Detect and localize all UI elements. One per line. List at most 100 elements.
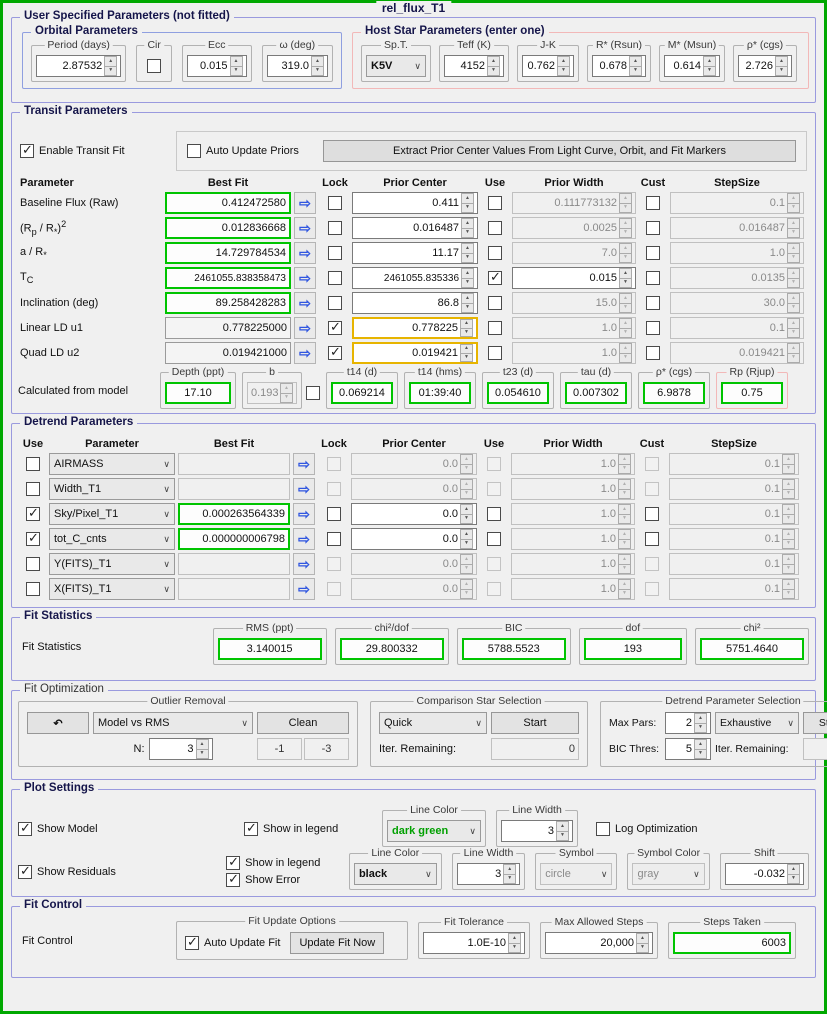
comparison-mode-dropdown[interactable]: Quick [379,712,487,734]
prior-width-field[interactable]: 1.0 [512,317,636,339]
prior-width-field[interactable]: 0.015 [512,267,636,289]
prior-center-field[interactable]: 0.411 [352,192,478,214]
mstar-input[interactable]: 0.614 [664,55,720,77]
cust-checkbox[interactable] [646,246,660,260]
residuals-line-width-input[interactable]: 3 [456,863,521,885]
prior-center-spinner[interactable] [460,319,473,337]
cust-checkbox[interactable] [646,221,660,235]
auto-update-priors-checkbox[interactable] [187,144,201,158]
omega-spinner[interactable] [311,56,324,76]
show-error[interactable]: Show Error [226,871,339,887]
use-prior-checkbox[interactable] [488,196,502,210]
lock-checkbox[interactable] [328,246,342,260]
best-fit-field[interactable]: 89.258428283 [165,292,291,314]
use-detrend-checkbox[interactable] [26,557,40,571]
stepsize-spinner[interactable] [787,343,800,363]
cust-checkbox[interactable] [646,196,660,210]
detrend-start-button[interactable]: Start [803,712,827,734]
max-allowed-steps-input[interactable]: 20,000 [545,932,653,954]
stepsize-spinner[interactable] [787,243,800,263]
prior-center-spinner[interactable] [461,268,474,288]
prior-width-spinner[interactable] [618,504,631,524]
copy-to-prior-button[interactable]: ⇨ [293,528,315,550]
copy-to-prior-button[interactable]: ⇨ [294,292,316,314]
best-fit-field[interactable]: 14.729784534 [165,242,291,264]
stepsize-field[interactable]: 0.0135 [670,267,804,289]
cust-checkbox[interactable] [646,321,660,335]
prior-center-spinner[interactable] [460,344,473,362]
prior-width-field[interactable]: 1.0 [511,528,635,550]
copy-to-prior-button[interactable]: ⇨ [293,578,315,600]
ecc-spinner[interactable] [229,56,243,76]
lock-checkbox[interactable] [328,296,342,310]
prior-center-spinner[interactable] [461,243,474,263]
fit-tolerance-spinner[interactable] [508,933,521,953]
b-value[interactable]: 0.193 [247,382,297,404]
outlier-mode-dropdown[interactable]: Model vs RMS [93,712,253,734]
residuals-line-color-dropdown[interactable]: black [353,863,437,885]
stepsize-field[interactable]: 0.1 [670,192,804,214]
copy-to-prior-button[interactable]: ⇨ [294,317,316,339]
use-detrend-checkbox[interactable] [26,482,40,496]
prior-width-field[interactable]: 1.0 [512,342,636,364]
enable-transit-fit[interactable]: Enable Transit Fit [20,142,162,158]
residuals-line-width-spinner[interactable] [503,864,517,884]
mstar-spinner[interactable] [703,56,716,76]
best-fit-field[interactable]: 0.019421000 [165,342,291,364]
prior-width-spinner[interactable] [618,529,631,549]
cust-checkbox[interactable] [645,507,659,521]
stepsize-field[interactable]: 0.1 [669,503,799,525]
best-fit-field[interactable]: 0.778225000 [165,317,291,339]
auto-update-priors[interactable]: Auto Update Priors [187,144,299,158]
model-line-width-spinner[interactable] [556,821,569,841]
model-show-in-legend[interactable]: Show in legend [244,820,372,836]
enable-transit-fit-checkbox[interactable] [20,142,34,158]
prior-center-spinner[interactable] [461,193,474,213]
lock-checkbox[interactable] [328,196,342,210]
auto-update-fit[interactable]: Auto Update Fit [185,934,280,950]
prior-center-field[interactable]: 0.016487 [352,217,478,239]
rstar-spinner[interactable] [629,56,642,76]
stepsize-spinner[interactable] [787,268,800,288]
copy-to-prior-button[interactable]: ⇨ [293,453,315,475]
prior-center-spinner[interactable] [461,293,474,313]
clean-button[interactable]: Clean [257,712,349,734]
b-spinner[interactable] [280,383,293,403]
omega-input[interactable]: 319.0 [266,55,328,77]
copy-to-prior-button[interactable]: ⇨ [293,503,315,525]
use-prior-checkbox[interactable] [488,321,502,335]
residuals-show-in-legend[interactable]: Show in legend [226,854,339,870]
stepsize-field[interactable]: 0.019421 [670,342,804,364]
prior-width-spinner[interactable] [619,218,632,238]
prior-center-field[interactable]: 86.8 [352,292,478,314]
use-detrend-checkbox[interactable] [26,530,40,546]
prior-width-spinner[interactable] [619,193,632,213]
lock-checkbox[interactable] [328,271,342,285]
period-input[interactable]: 2.87532 [36,55,122,77]
prior-width-spinner[interactable] [619,293,632,313]
bic-thres-spinner[interactable] [694,739,707,759]
comparison-start-button[interactable]: Start [491,712,579,734]
copy-to-prior-button[interactable]: ⇨ [294,242,316,264]
use-prior-checkbox[interactable] [488,296,502,310]
n-spinner[interactable] [195,739,209,759]
residuals-legend-checkbox[interactable] [226,854,241,870]
copy-to-prior-button[interactable]: ⇨ [294,192,316,214]
log-optimization-checkbox[interactable] [596,821,610,836]
cust-checkbox[interactable] [646,346,660,360]
rstar-input[interactable]: 0.678 [592,55,646,77]
stepsize-spinner[interactable] [787,293,800,313]
auto-update-fit-checkbox[interactable] [185,934,199,950]
detrend-param-dropdown[interactable]: X(FITS)_T1 [49,578,175,600]
use-prior-checkbox[interactable] [488,346,502,360]
prior-center-field[interactable]: 0.0 [351,528,477,550]
stepsize-spinner[interactable] [782,504,795,524]
stepsize-field[interactable]: 1.0 [670,242,804,264]
cust-checkbox[interactable] [646,271,660,285]
use-prior-checkbox[interactable] [487,532,501,546]
show-residuals-checkbox[interactable] [18,863,32,879]
prior-center-field[interactable]: 0.778225 [352,317,478,339]
copy-to-prior-button[interactable]: ⇨ [293,553,315,575]
use-detrend-checkbox[interactable] [26,582,40,596]
show-residuals[interactable]: Show Residuals [18,863,150,879]
